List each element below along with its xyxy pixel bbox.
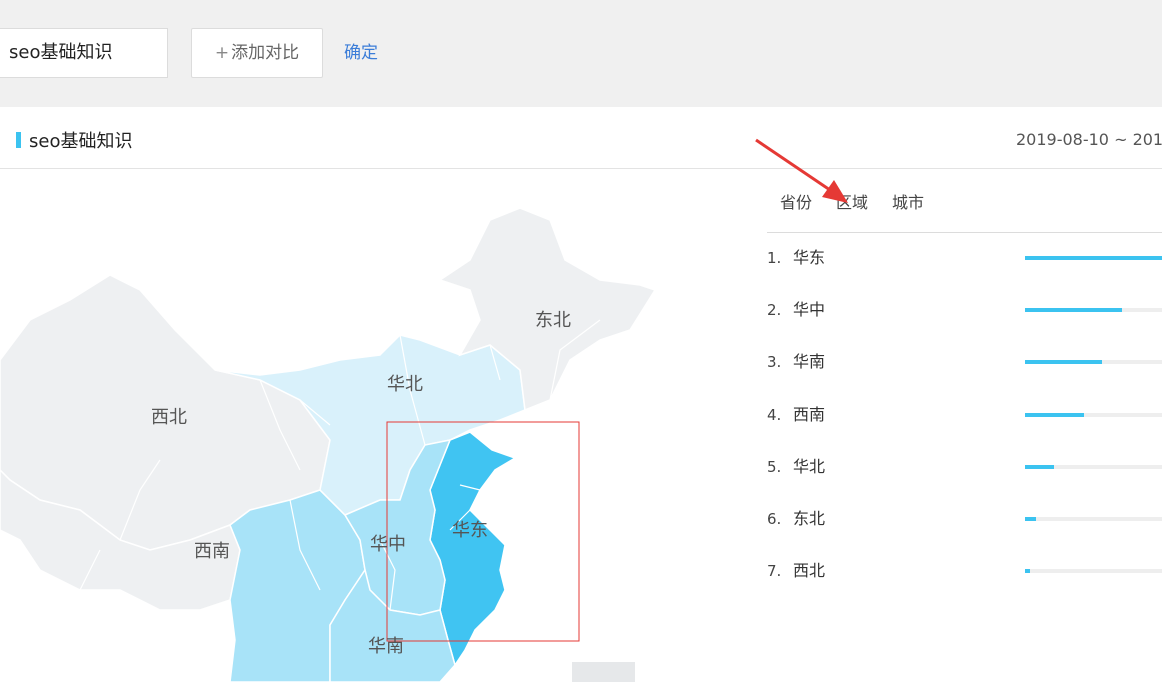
label-south: 华南 [368,636,404,657]
tab-province[interactable]: 省份 [780,192,812,214]
rank-region-name: 西北 [793,561,826,580]
section-marker [16,132,21,148]
rank-region-name: 华东 [793,248,826,267]
rank-bar-fill [1025,465,1054,469]
tab-city[interactable]: 城市 [892,192,924,214]
rank-bar-track [1025,413,1162,417]
rank-bar-track [1025,465,1162,469]
label-central: 华中 [370,534,406,555]
search-keyword-input[interactable]: seo基础知识 [0,28,168,78]
query-toolbar: seo基础知识 + 添加对比 确定 [0,0,1162,107]
ranking-row: 7. 西北 [767,556,1162,586]
region-type-tabs: 省份 区域 城市 [767,180,1162,233]
ranking-row: 2. 华中 [767,295,1162,325]
rank-region-name: 华中 [793,300,826,319]
rank-index: 2. [767,301,782,319]
tab-region[interactable]: 区域 [836,192,868,214]
confirm-button[interactable]: 确定 [344,40,378,66]
rank-bar-fill [1025,308,1123,312]
label-northeast: 东北 [535,310,571,331]
rank-region-name: 华北 [793,457,826,476]
rank-index: 7. [767,562,782,580]
label-northwest: 西北 [151,407,187,428]
rank-index: 6. [767,510,782,528]
rank-index: 3. [767,353,782,371]
ranking-row: 4. 西南 [767,400,1162,430]
rank-bar-fill [1025,360,1102,364]
rank-region-name: 华南 [793,352,826,371]
add-compare-label: 添加对比 [231,43,300,63]
rank-bar-track [1025,308,1162,312]
label-east: 华东 [452,520,488,541]
ranking-row: 1. 华东 [767,243,1162,273]
date-range[interactable]: 2019-08-10 ~ 2019 [1016,129,1162,151]
section-title: seo基础知识 [29,131,133,152]
rank-bar-fill [1025,413,1084,417]
label-southwest: 西南 [194,541,230,562]
plus-icon: + [214,43,230,63]
label-north: 华北 [387,374,423,395]
rank-index: 4. [767,406,782,424]
china-map-svg [0,207,657,682]
rank-region-name: 东北 [793,509,826,528]
rank-bar-fill [1025,517,1036,521]
region-map: 东北 华北 西北 西南 华中 华东 华南 [0,170,760,682]
rank-bar-track [1025,517,1162,521]
rank-bar-fill [1025,569,1031,573]
south-sea-inset [572,662,635,682]
add-compare-button[interactable]: + 添加对比 [191,28,323,78]
section-header: seo基础知识 2019-08-10 ~ 2019 [0,107,1162,169]
rank-bar-track [1025,360,1162,364]
rank-index: 1. [767,249,782,267]
ranking-row: 3. 华南 [767,347,1162,377]
ranking-row: 6. 东北 [767,504,1162,534]
rank-bar-fill [1025,256,1162,260]
rank-bar-track [1025,569,1162,573]
rank-bar-track [1025,256,1162,260]
ranking-row: 5. 华北 [767,452,1162,482]
rank-index: 5. [767,458,782,476]
rank-region-name: 西南 [793,405,826,424]
